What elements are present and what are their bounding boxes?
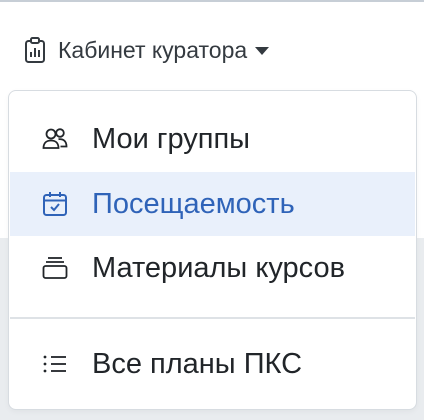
curator-cabinet-label: Кабинет куратора — [58, 36, 248, 63]
dropdown-item-label: Мои группы — [92, 122, 250, 155]
curator-dropdown-menu: Мои группы Посещаемость Материалы курсов — [8, 90, 417, 410]
dropdown-divider — [10, 317, 415, 319]
list-icon — [42, 351, 68, 377]
curator-cabinet-dropdown-toggle[interactable]: Кабинет куратора — [24, 34, 270, 66]
dropdown-item-label: Посещаемость — [92, 187, 295, 220]
clipboard-chart-icon — [24, 37, 46, 63]
users-icon — [42, 126, 68, 152]
calendar-check-icon — [42, 191, 68, 217]
dropdown-item-course-materials[interactable]: Материалы курсов — [10, 236, 415, 300]
dropdown-item-attendance[interactable]: Посещаемость — [10, 172, 415, 236]
dropdown-item-label: Все планы ПКС — [92, 347, 303, 380]
caret-down-icon — [255, 47, 270, 55]
dropdown-item-label: Материалы курсов — [92, 251, 346, 284]
dropdown-item-all-pks-plans[interactable]: Все планы ПКС — [10, 332, 415, 396]
stacked-folders-icon — [42, 255, 68, 281]
dropdown-item-my-groups[interactable]: Мои группы — [10, 107, 415, 171]
